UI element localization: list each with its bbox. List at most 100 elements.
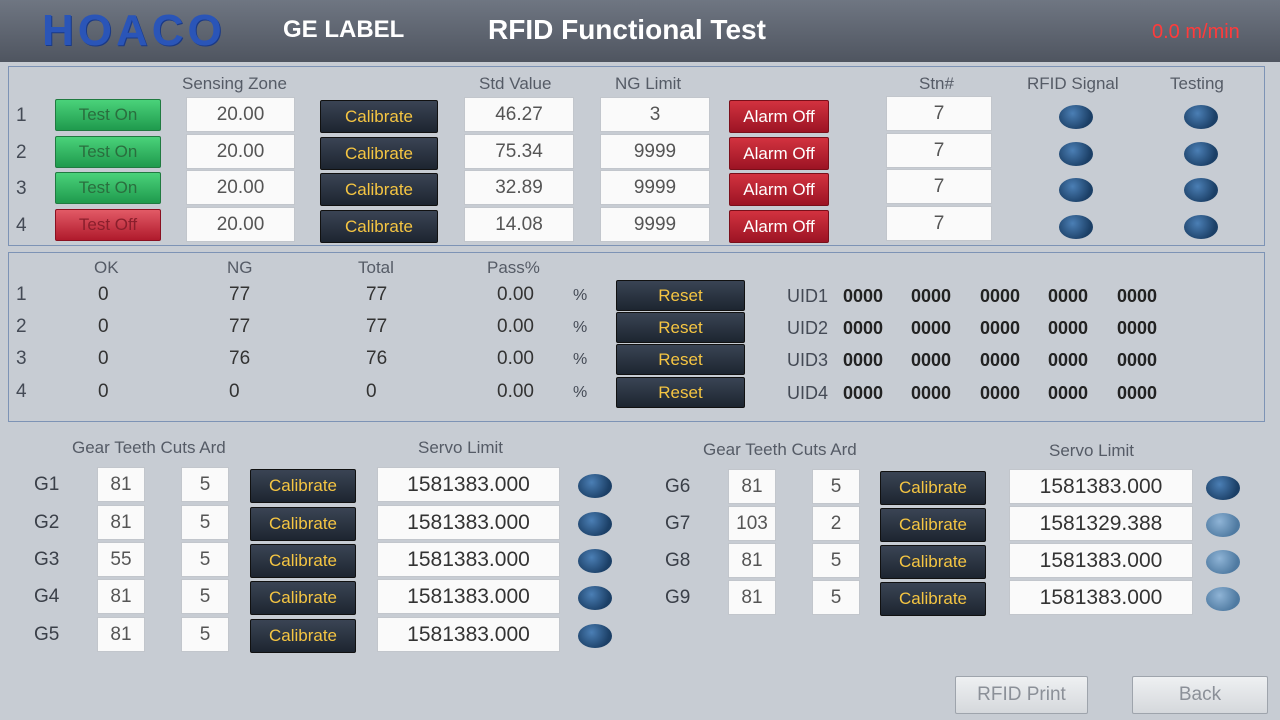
test-toggle-button[interactable]: Test On (55, 99, 161, 131)
uid-value: 0000 (980, 318, 1021, 338)
sensing-zone-field[interactable]: 20.00 (186, 207, 295, 242)
sensing-zone-header: Sensing Zone (182, 74, 287, 93)
servo-limit-field[interactable]: 1581383.000 (377, 542, 560, 577)
gear-teeth-field[interactable]: 81 (97, 579, 145, 614)
station-number-field[interactable]: 7 (886, 96, 992, 131)
servo-limit-field[interactable]: 1581383.000 (377, 467, 560, 502)
gear-teeth-header-left: Gear Teeth Cuts Ard (72, 438, 226, 457)
uid-value: 0000 (911, 318, 952, 338)
calibrate-button[interactable]: Calibrate (250, 507, 356, 541)
calibrate-button[interactable]: Calibrate (320, 173, 438, 206)
sensing-zone-field[interactable]: 20.00 (186, 97, 295, 132)
servo-status-indicator-icon (578, 512, 612, 536)
gear-cuts-field[interactable]: 5 (812, 469, 860, 504)
pass-percent: 0.00 (497, 348, 534, 369)
calibrate-button[interactable]: Calibrate (250, 581, 356, 615)
ng-limit-field[interactable]: 3 (600, 97, 710, 132)
servo-status-indicator-icon (1206, 476, 1240, 500)
gear-teeth-field[interactable]: 81 (97, 467, 145, 502)
std-value-field[interactable]: 46.27 (464, 97, 574, 132)
rfid-signal-header: RFID Signal (1027, 74, 1119, 93)
uid-value: 0000 (1117, 383, 1158, 403)
station-number-field[interactable]: 7 (886, 133, 992, 168)
ng-count: 77 (229, 284, 251, 305)
gear-teeth-field[interactable]: 81 (728, 469, 776, 504)
gear-teeth-field[interactable]: 55 (97, 542, 145, 577)
calibrate-button[interactable]: Calibrate (250, 544, 356, 578)
ng-limit-field[interactable]: 9999 (600, 170, 710, 205)
calibrate-button[interactable]: Calibrate (250, 469, 356, 503)
uid-label: UID4 (787, 383, 829, 403)
std-value-field[interactable]: 75.34 (464, 134, 574, 169)
gear-cuts-field[interactable]: 5 (181, 505, 229, 540)
alarm-toggle-button[interactable]: Alarm Off (729, 173, 829, 206)
uid-value: 0000 (911, 350, 952, 370)
uid-value: 0000 (843, 318, 884, 338)
calibrate-button[interactable]: Calibrate (880, 508, 986, 542)
test-toggle-button[interactable]: Test Off (55, 209, 161, 241)
gear-teeth-field[interactable]: 81 (728, 543, 776, 578)
ng-limit-field[interactable]: 9999 (600, 134, 710, 169)
test-toggle-button[interactable]: Test On (55, 172, 161, 204)
station-number-field[interactable]: 7 (886, 169, 992, 204)
alarm-toggle-button[interactable]: Alarm Off (729, 100, 829, 133)
alarm-toggle-button[interactable]: Alarm Off (729, 137, 829, 170)
reset-button[interactable]: Reset (616, 280, 745, 311)
row-number: 2 (16, 142, 27, 163)
calibrate-button[interactable]: Calibrate (880, 582, 986, 616)
testing-header: Testing (1170, 74, 1224, 93)
gear-cuts-field[interactable]: 5 (181, 467, 229, 502)
servo-limit-field[interactable]: 1581383.000 (377, 579, 560, 614)
back-button[interactable]: Back (1132, 676, 1268, 714)
calibrate-button[interactable]: Calibrate (880, 545, 986, 579)
percent-sign: % (573, 319, 588, 336)
servo-limit-field[interactable]: 1581383.000 (1009, 580, 1193, 615)
servo-status-indicator-icon (1206, 513, 1240, 537)
servo-limit-field[interactable]: 1581383.000 (1009, 469, 1193, 504)
servo-limit-field[interactable]: 1581383.000 (377, 505, 560, 540)
gear-cuts-field[interactable]: 5 (181, 542, 229, 577)
servo-status-indicator-icon (1206, 550, 1240, 574)
servo-limit-header-right: Servo Limit (1049, 441, 1135, 460)
ng-limit-field[interactable]: 9999 (600, 207, 710, 242)
gear-cuts-field[interactable]: 5 (812, 580, 860, 615)
row-number: 1 (16, 284, 27, 305)
sensing-zone-field[interactable]: 20.00 (186, 134, 295, 169)
row-number: 2 (16, 316, 27, 337)
gear-teeth-field[interactable]: 81 (97, 617, 145, 652)
std-value-field[interactable]: 32.89 (464, 170, 574, 205)
calibrate-button[interactable]: Calibrate (320, 210, 438, 243)
calibrate-button[interactable]: Calibrate (320, 100, 438, 133)
gear-cuts-field[interactable]: 5 (812, 543, 860, 578)
testing-indicator-icon (1184, 142, 1218, 166)
gear-teeth-field[interactable]: 81 (97, 505, 145, 540)
reset-button[interactable]: Reset (616, 344, 745, 375)
alarm-toggle-button[interactable]: Alarm Off (729, 210, 829, 243)
servo-limit-field[interactable]: 1581383.000 (377, 617, 560, 652)
gear-cuts-field[interactable]: 5 (181, 617, 229, 652)
gear-teeth-field[interactable]: 81 (728, 580, 776, 615)
gear-teeth-field[interactable]: 103 (728, 506, 776, 541)
station-number-field[interactable]: 7 (886, 206, 992, 241)
brand-label: GE LABEL (283, 16, 405, 43)
calibrate-button[interactable]: Calibrate (880, 471, 986, 505)
sensing-zone-field[interactable]: 20.00 (186, 170, 295, 205)
reset-button[interactable]: Reset (616, 377, 745, 408)
uid-value: 0000 (1117, 350, 1158, 370)
rfid-print-button[interactable]: RFID Print (955, 676, 1088, 714)
servo-limit-field[interactable]: 1581383.000 (1009, 543, 1193, 578)
servo-status-indicator-icon (578, 624, 612, 648)
calibrate-button[interactable]: Calibrate (250, 619, 356, 653)
total-count: 77 (366, 284, 388, 305)
test-toggle-button[interactable]: Test On (55, 136, 161, 168)
reset-button[interactable]: Reset (616, 312, 745, 343)
ok-count: 0 (98, 284, 109, 305)
gear-cuts-field[interactable]: 2 (812, 506, 860, 541)
uid-value: 0000 (980, 286, 1021, 306)
gear-label: G2 (34, 512, 60, 533)
row-number: 4 (16, 215, 27, 236)
servo-limit-field[interactable]: 1581329.388 (1009, 506, 1193, 541)
std-value-field[interactable]: 14.08 (464, 207, 574, 242)
gear-cuts-field[interactable]: 5 (181, 579, 229, 614)
calibrate-button[interactable]: Calibrate (320, 137, 438, 170)
